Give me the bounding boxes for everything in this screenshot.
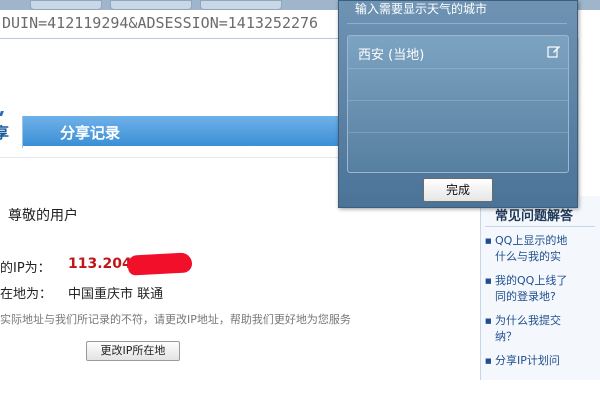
tab-active[interactable]: 享 (0, 116, 23, 148)
faq-link[interactable]: 分享IP计划问 (485, 353, 560, 369)
city-list: 西安 (当地) (347, 35, 569, 173)
redaction-mark (127, 252, 193, 276)
location-label: 在地为： (0, 287, 53, 302)
city-item[interactable]: 西安 (当地) (358, 44, 424, 63)
divider (347, 23, 567, 24)
divider (485, 226, 595, 227)
faq-link[interactable]: 为什么我提交 (485, 313, 561, 329)
edit-icon[interactable] (547, 44, 561, 58)
tab-active-label: 享 (0, 124, 10, 142)
faq-link-cont[interactable]: 同的登录地? (495, 289, 556, 305)
browser-tab[interactable] (110, 0, 192, 10)
done-button[interactable]: 完成 (423, 178, 493, 202)
page-bottom (0, 380, 600, 400)
browser-tab[interactable] (200, 0, 282, 10)
ip-label: 的IP为： (0, 261, 51, 276)
faq-link-cont[interactable]: 什么与我的实 (495, 249, 561, 265)
divider (348, 100, 568, 101)
notice-text: 实际地址与我们所记录的不符，请更改IP地址，帮助我们更好地为您服务 (0, 313, 351, 326)
faq-panel: 常见问题解答 QQ上显示的地 什么与我的实 我的QQ上线了 同的登录地? 为什么… (480, 196, 600, 380)
greeting-text: 尊敬的用户 (8, 208, 78, 224)
divider (348, 132, 568, 133)
browser-tab[interactable] (30, 0, 102, 10)
popup-hint: 输入需要显示天气的城市 (355, 2, 488, 16)
divider (348, 68, 568, 69)
ip-value: 113.204. (68, 256, 138, 272)
change-ip-location-button[interactable]: 更改IP所在地 (86, 341, 180, 361)
weather-city-popup: 输入需要显示天气的城市 西安 (当地) 完成 (338, 0, 578, 208)
faq-link[interactable]: QQ上显示的地 (485, 233, 567, 249)
faq-link[interactable]: 我的QQ上线了 (485, 273, 567, 289)
faq-link-cont[interactable]: 纳？ (495, 329, 517, 345)
location-value: 中国重庆市 联通 (68, 287, 164, 302)
url-text[interactable]: DUIN=412119294&ADSESSION=1413252276 (2, 14, 318, 32)
tab-share-history[interactable]: 分享记录 (60, 122, 120, 143)
